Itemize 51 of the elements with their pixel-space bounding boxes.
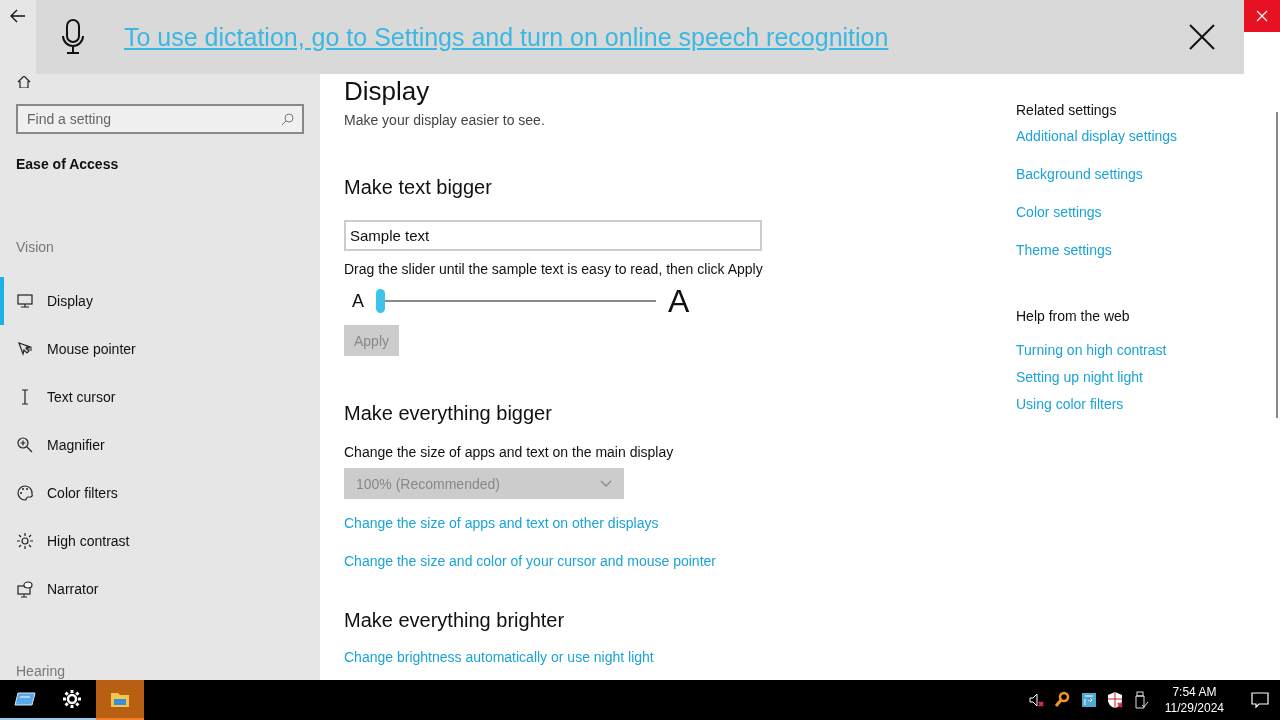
related-link[interactable]: Turning on high contrast — [1016, 342, 1167, 358]
close-icon — [1256, 10, 1268, 22]
settings-link[interactable]: Change brightness automatically or use night light — [344, 649, 654, 665]
sidebar-item[interactable]: Color filters — [0, 469, 320, 517]
slider-thumb[interactable] — [376, 289, 385, 313]
close-icon — [1188, 23, 1216, 51]
sidebar-item[interactable]: Text cursor — [0, 373, 320, 421]
home-icon — [16, 76, 32, 88]
sidebar-item[interactable]: Narrator — [0, 565, 320, 613]
sidebar-item[interactable]: Display — [0, 277, 320, 325]
related-link[interactable]: Using color filters — [1016, 396, 1124, 412]
search-icon — [281, 112, 295, 126]
sidebar-item[interactable]: Mouse pointer — [0, 325, 320, 373]
related-heading: Help from the web — [1016, 308, 1131, 324]
related-link[interactable]: Theme settings — [1016, 242, 1112, 258]
related-link[interactable]: Setting up night light — [1016, 369, 1143, 385]
related-link[interactable]: Additional display settings — [1016, 128, 1178, 144]
notification-icon — [1251, 691, 1269, 709]
chevron-icon — [600, 479, 612, 488]
magnifier-icon — [16, 436, 34, 454]
microphone-icon — [60, 18, 86, 56]
clock[interactable]: 7:54 AM 11/29/2024 — [1158, 683, 1230, 717]
back-arrow-icon — [10, 9, 26, 23]
category-title: Ease of Access — [15, 155, 120, 172]
settings-link[interactable]: Change the size and color of your cursor and mouse pointer — [344, 553, 716, 569]
sample-text-field[interactable]: Sample text — [344, 220, 762, 251]
sidebar-item[interactable]: High contrast — [0, 517, 320, 565]
related-link[interactable]: Color settings — [1016, 204, 1102, 220]
large-a-label: A — [668, 282, 690, 320]
monitor-icon — [16, 292, 34, 310]
related-heading: Related settings — [1016, 102, 1118, 118]
narrator-icon — [16, 580, 34, 598]
slider-hint: Drag the slider until the sample text is easy to read, then click Apply — [344, 261, 764, 277]
settings-icon — [60, 687, 84, 711]
small-a-label: A — [351, 290, 365, 312]
related-link[interactable]: Background settings — [1016, 166, 1143, 182]
pointer-icon — [16, 340, 34, 358]
page-title: Display — [344, 76, 431, 106]
section-heading: Make text bigger — [344, 175, 493, 200]
section-heading: Make everything bigger — [344, 401, 553, 426]
sun-icon — [16, 532, 34, 550]
scrollbar[interactable] — [1276, 112, 1278, 418]
sidebar-item[interactable]: Magnifier — [0, 421, 320, 469]
section-heading: Vision — [15, 239, 55, 255]
section-heading: Hearing — [15, 663, 67, 679]
palette-icon — [16, 484, 34, 502]
section-heading: Make everything brighter — [344, 608, 566, 633]
settings-link[interactable]: Change the size of apps and text on other displays — [344, 515, 659, 531]
setting-label: Change the size of apps and text on the main display — [344, 444, 675, 460]
page-description: Make your display easier to see. — [344, 112, 546, 128]
search-field[interactable]: Find a setting — [16, 104, 304, 134]
